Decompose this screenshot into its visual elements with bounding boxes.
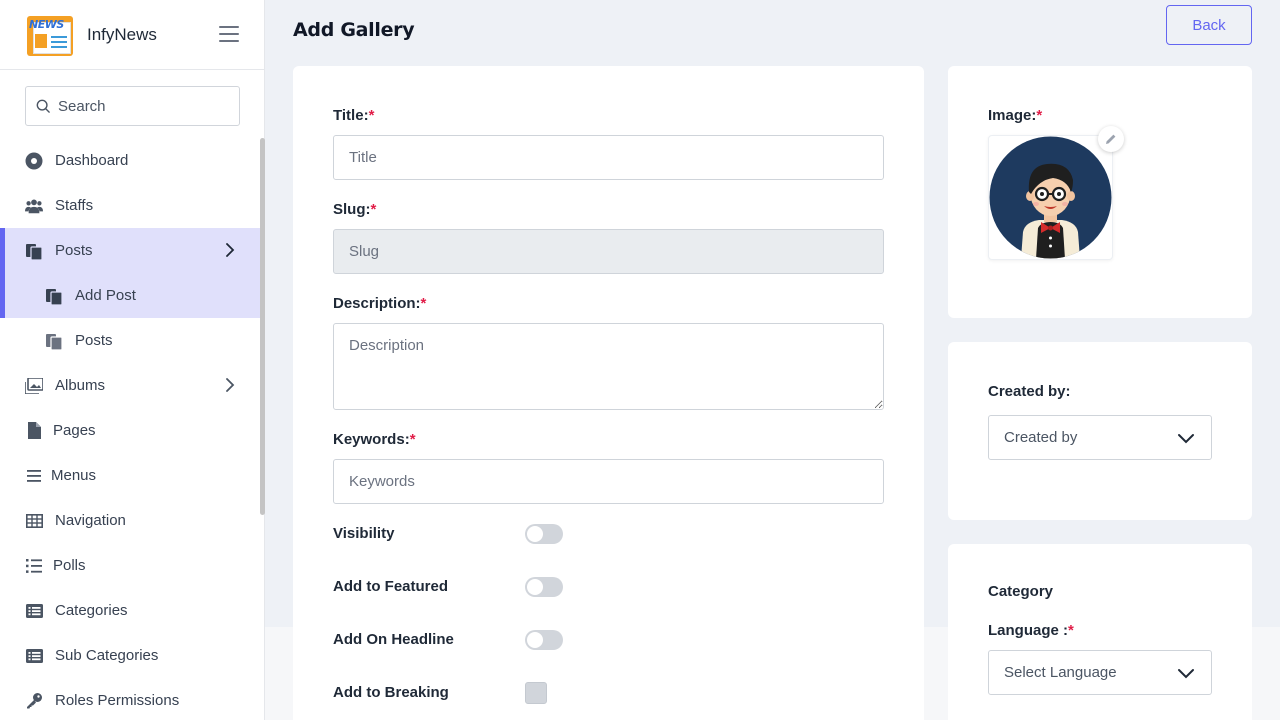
- copy-icon: [25, 242, 43, 260]
- headline-toggle[interactable]: [525, 630, 563, 650]
- sidebar-item-label: Posts: [75, 332, 113, 349]
- slug-input[interactable]: [333, 229, 884, 274]
- page-title: Add Gallery: [293, 19, 415, 41]
- pencil-icon: [1106, 134, 1116, 144]
- avatar-image: [989, 136, 1112, 259]
- brand-name[interactable]: InfyNews: [87, 25, 157, 45]
- key-icon: [25, 692, 43, 710]
- sidebar: NEWS InfyNews Dashboard Staffs Posts: [0, 0, 265, 720]
- sidebar-item-label: Add Post: [75, 287, 136, 304]
- slug-label: Slug:*: [333, 201, 377, 218]
- language-label: Language :*: [988, 622, 1074, 639]
- visibility-toggle[interactable]: [525, 524, 563, 544]
- sidebar-item-label: Albums: [55, 377, 106, 394]
- back-button[interactable]: Back: [1166, 5, 1252, 45]
- hamburger-menu-icon[interactable]: [219, 26, 239, 44]
- logo-line: [51, 35, 67, 38]
- list-alt-icon: [25, 602, 43, 620]
- breaking-checkbox[interactable]: [525, 682, 547, 704]
- search-icon: [36, 99, 50, 113]
- chevron-down-icon: [1178, 668, 1194, 678]
- title-label: Title:*: [333, 107, 375, 124]
- dashboard-icon: [25, 152, 43, 170]
- sidebar-item-label: Dashboard: [55, 152, 129, 169]
- sidebar-item-add-post[interactable]: Add Post: [0, 273, 260, 318]
- search-input[interactable]: [58, 97, 228, 115]
- sidebar-item-label: Pages: [53, 422, 96, 439]
- sidebar-item-label: Navigation: [55, 512, 126, 529]
- sidebar-item-label: Staffs: [55, 197, 94, 214]
- visibility-label: Visibility: [333, 525, 395, 542]
- logo-line: [51, 45, 67, 48]
- sidebar-search: [25, 86, 240, 126]
- language-value: Select Language: [1004, 664, 1117, 681]
- sidebar-item-label: Sub Categories: [55, 647, 159, 664]
- category-title: Category: [988, 583, 1054, 600]
- sidebar-item-roles-permissions[interactable]: Roles Permissions: [0, 678, 260, 720]
- description-textarea[interactable]: [333, 323, 884, 410]
- list-alt-icon: [25, 647, 43, 665]
- breaking-label: Add to Breaking: [333, 684, 449, 701]
- sidebar-item-label: Categories: [55, 602, 128, 619]
- sidebar-item-label: Roles Permissions: [55, 692, 180, 709]
- table-icon: [25, 512, 43, 530]
- language-select[interactable]: Select Language: [988, 650, 1212, 695]
- sidebar-item-label: Posts: [55, 242, 93, 259]
- keywords-input[interactable]: [333, 459, 884, 504]
- sidebar-item-navigation[interactable]: Navigation: [0, 498, 260, 543]
- logo-text: NEWS: [29, 17, 64, 31]
- sidebar-item-menus[interactable]: Menus: [0, 453, 260, 498]
- created-by-label: Created by:: [988, 383, 1071, 400]
- images-icon: [25, 377, 43, 395]
- keywords-label: Keywords:*: [333, 431, 416, 448]
- created-by-select[interactable]: Created by: [988, 415, 1212, 460]
- featured-label: Add to Featured: [333, 578, 448, 595]
- chevron-down-icon: [1178, 433, 1194, 443]
- copy-icon: [45, 287, 63, 305]
- chevron-right-icon: [226, 378, 235, 392]
- image-label: Image:*: [988, 107, 1043, 124]
- sidebar-item-dashboard[interactable]: Dashboard: [0, 138, 260, 183]
- list-bullets-icon: [25, 557, 43, 575]
- headline-label: Add On Headline: [333, 631, 454, 648]
- chevron-right-icon: [226, 243, 235, 257]
- featured-toggle[interactable]: [525, 577, 563, 597]
- logo-box-shape: [35, 33, 47, 48]
- sidebar-item-categories[interactable]: Categories: [0, 588, 260, 633]
- sidebar-item-posts[interactable]: Posts: [0, 228, 260, 273]
- logo-line: [51, 40, 67, 43]
- description-label: Description:*: [333, 295, 427, 312]
- sidebar-item-albums[interactable]: Albums: [0, 363, 260, 408]
- logo[interactable]: NEWS: [25, 12, 75, 58]
- sidebar-item-posts-list[interactable]: Posts: [0, 318, 260, 363]
- sidebar-item-staffs[interactable]: Staffs: [0, 183, 260, 228]
- list-icon: [25, 467, 43, 485]
- copy-icon: [45, 332, 63, 350]
- sidebar-item-sub-categories[interactable]: Sub Categories: [0, 633, 260, 678]
- sidebar-item-polls[interactable]: Polls: [0, 543, 260, 588]
- image-preview[interactable]: [988, 135, 1113, 260]
- created-by-value: Created by: [1004, 429, 1078, 446]
- sidebar-menu: Dashboard Staffs Posts Add Post Posts Al…: [0, 138, 260, 720]
- sidebar-item-label: Polls: [53, 557, 86, 574]
- sidebar-item-label: Menus: [51, 467, 97, 484]
- sidebar-item-pages[interactable]: Pages: [0, 408, 260, 453]
- edit-image-button[interactable]: [1098, 126, 1124, 152]
- title-input[interactable]: [333, 135, 884, 180]
- brand: NEWS InfyNews: [0, 0, 264, 70]
- sidebar-scrollbar[interactable]: [260, 138, 265, 515]
- file-icon: [25, 422, 43, 440]
- users-icon: [25, 197, 43, 215]
